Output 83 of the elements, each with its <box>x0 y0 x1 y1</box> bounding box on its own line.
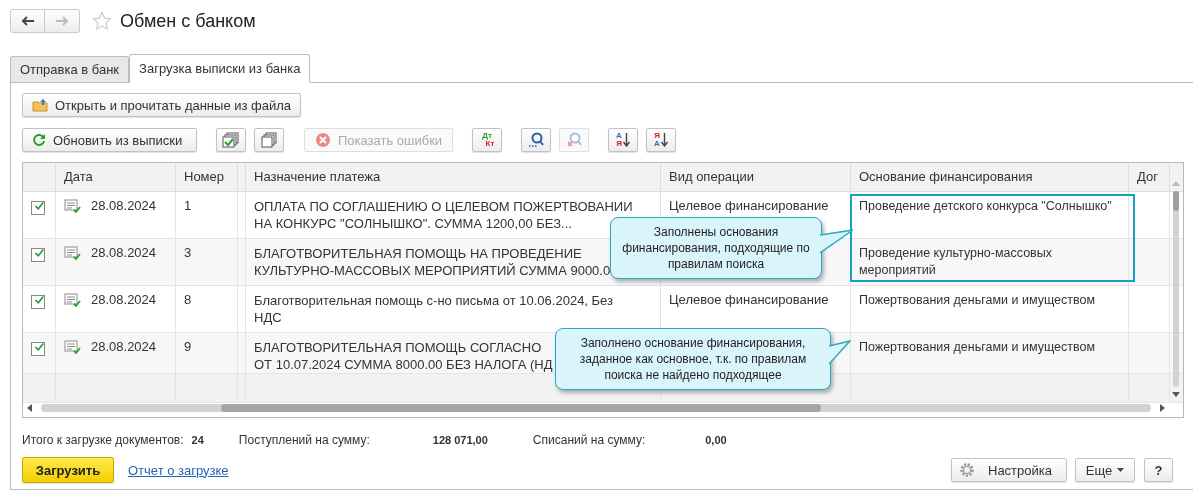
checked-list-icon <box>222 132 240 148</box>
funding-basis-cell: Проведение детского конкурса "Солнышко" <box>859 199 1112 213</box>
left-arrow-icon <box>20 16 35 26</box>
payment-purpose-cell: Благотворительная помощь с-но письма от 10.06.2024, Без НДС <box>254 292 614 326</box>
tab[interactable]: Загрузка выписки из банка <box>129 54 311 83</box>
debit-label: Дт <box>481 132 492 140</box>
date-cell: 28.08.2024 <box>91 198 157 213</box>
help-button[interactable]: ? <box>1144 458 1173 482</box>
vertical-scrollbar[interactable] <box>1171 181 1181 397</box>
funding-basis-cell: Проведение культурно-массовых мероприятий <box>859 246 1052 277</box>
funding-basis-cell: Пожертвования деньгами и имуществом <box>859 293 1096 307</box>
search-icon <box>528 132 544 148</box>
number-cell: 1 <box>184 198 192 213</box>
sort-letter: Я <box>616 140 622 148</box>
column-header[interactable]: Номер <box>176 163 238 191</box>
column-header[interactable]: Дог <box>1129 163 1170 191</box>
down-arrow-icon <box>660 133 668 147</box>
sort-desc-button[interactable]: Я А <box>646 128 676 152</box>
total-label: Итого к загрузке документов: <box>22 433 184 447</box>
document-check-icon <box>64 292 82 308</box>
scroll-thumb[interactable] <box>221 404 821 412</box>
checkbox[interactable] <box>31 248 45 262</box>
more-button[interactable]: Еще <box>1075 458 1135 482</box>
error-icon <box>314 132 331 148</box>
credit-label: Кт <box>485 140 495 148</box>
scroll-down-icon[interactable] <box>1172 391 1180 397</box>
checkbox[interactable] <box>31 201 45 215</box>
open-file-button[interactable]: Открыть и прочитать данные из файла <box>22 93 302 117</box>
document-check-icon <box>64 339 82 355</box>
tab[interactable]: Отправка в банк <box>10 56 130 82</box>
total-value: 24 <box>191 434 204 446</box>
column-header[interactable]: Основание финансирования <box>851 163 1129 191</box>
date-cell: 28.08.2024 <box>91 339 157 354</box>
sort-letter: А <box>616 132 622 140</box>
document-check-icon <box>64 245 82 261</box>
operation-type-cell: Целевое финансирование <box>669 198 829 213</box>
sort-asc-button[interactable]: А Я <box>608 128 638 152</box>
copy-icon <box>261 132 277 148</box>
window-title: Обмен с банком <box>120 10 256 32</box>
payment-purpose-cell: БЛАГОТВОРИТЕЛЬНАЯ ПОМОЩЬ СОГЛАСНО ОТ 10.07.2024 СУММА 8000.00 БЕЗ НАЛОГА (НД <box>254 339 553 373</box>
scroll-left-icon[interactable] <box>27 404 33 412</box>
refresh-button[interactable]: Обновить из выписки <box>22 128 197 152</box>
down-arrow-icon <box>622 133 630 147</box>
refresh-icon <box>32 133 46 147</box>
callout: Заполнено основание финансирования, заданное как основное, т.к. по правилам поиска не найдено подходящее <box>555 328 851 390</box>
sort-letter: А <box>654 140 660 148</box>
date-cell: 28.08.2024 <box>91 245 157 260</box>
settings-button[interactable]: Настройка <box>951 458 1067 482</box>
funding-basis-cell: Пожертвования деньгами и имуществом <box>859 340 1096 354</box>
operation-type-cell: Целевое финансирование <box>669 292 829 307</box>
total-value: 0,00 <box>705 434 727 446</box>
horizontal-scrollbar[interactable] <box>27 402 1165 414</box>
total-label: Поступлений на сумму: <box>238 433 370 447</box>
check-all-button[interactable] <box>216 128 246 152</box>
number-cell: 9 <box>184 339 192 354</box>
folder-icon <box>32 98 48 112</box>
load-button[interactable]: Загрузить <box>22 457 114 483</box>
dtkt-button[interactable]: Дт Кт <box>472 128 502 152</box>
report-link[interactable]: Отчет о загрузке <box>128 462 229 478</box>
scroll-thumb[interactable] <box>1173 191 1179 211</box>
checkbox[interactable] <box>31 342 45 356</box>
copy-button[interactable] <box>254 128 284 152</box>
right-arrow-icon <box>55 16 69 26</box>
sort-letter: Я <box>654 132 660 140</box>
number-cell: 3 <box>184 245 192 260</box>
column-header[interactable]: Назначение платежа <box>246 163 661 191</box>
number-cell: 8 <box>184 292 192 307</box>
column-header[interactable]: Вид операции <box>661 163 851 191</box>
search-button[interactable] <box>521 128 551 152</box>
callout: Заполнены основания финансирования, подходящие по правилам поиска <box>610 217 854 279</box>
settings-icon <box>959 462 975 478</box>
total-value: 128 071,00 <box>432 434 488 446</box>
column-header[interactable]: Дата <box>56 163 176 191</box>
document-check-icon <box>64 198 82 214</box>
date-cell: 28.08.2024 <box>91 292 157 307</box>
star-icon[interactable] <box>92 11 112 31</box>
scroll-right-icon[interactable] <box>1159 404 1165 412</box>
caret-icon <box>1117 468 1125 472</box>
search-cancel-icon <box>566 132 582 148</box>
back-button[interactable] <box>10 9 45 33</box>
total-label: Списаний на сумму: <box>532 433 646 447</box>
checkbox[interactable] <box>31 295 45 309</box>
payment-purpose-cell: БЛАГОТВОРИТЕЛЬНАЯ ПОМОЩЬ НА ПРОВЕДЕНИЕ КУЛЬТУРНО-МАССОВЫХ МЕРОПРИЯТИЙ СУММА 9000.0 <box>254 245 611 279</box>
